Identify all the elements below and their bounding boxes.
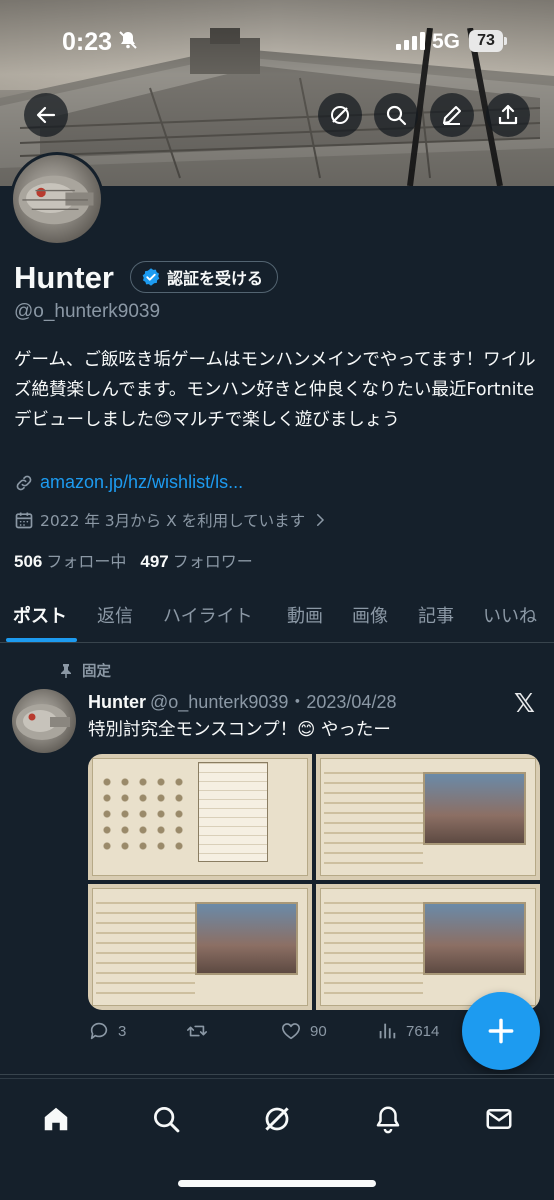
status-time: 0:23 <box>62 28 113 56</box>
nav-home[interactable] <box>36 1099 76 1139</box>
bell-icon <box>376 1106 400 1134</box>
reply-icon <box>90 1022 108 1040</box>
game-menu-popup <box>198 762 268 862</box>
joined-date[interactable]: 2022 年 3月から X を利用しています <box>14 509 329 531</box>
game-character-image <box>194 902 298 976</box>
profile-bio: ゲーム、ご飯呟き垢ゲームはモンハンメインでやってます！ワイルズ絶賛楽しんでます。… <box>14 350 536 430</box>
pinned-text: 固定 <box>82 664 111 680</box>
plus-icon <box>488 1018 514 1044</box>
nav-grok[interactable] <box>257 1099 297 1139</box>
post-text: 特別討究全モンスコンプ！😊 やったー <box>88 720 391 740</box>
divider <box>0 1074 554 1075</box>
signal-icon <box>396 32 426 54</box>
game-list-rows <box>324 902 423 1000</box>
tab-replies[interactable]: 返信 <box>97 602 133 628</box>
grok-icon <box>331 106 349 124</box>
network-type: 5G <box>432 30 461 53</box>
chevron-right-icon <box>317 514 325 526</box>
post-avatar[interactable] <box>12 689 76 753</box>
media-image-2[interactable] <box>316 754 540 880</box>
followers-label: フォロワー <box>172 552 253 571</box>
views-chart-icon <box>379 1023 396 1039</box>
get-verified-button[interactable]: 認証を受ける <box>130 261 279 293</box>
post-header: Hunter @o_hunterk9039・2023/04/28 <box>88 688 396 714</box>
profile-tabs: ポスト 返信 ハイライト 動画 画像 記事 いいね <box>0 590 554 643</box>
media-image-4[interactable] <box>316 884 540 1010</box>
mail-icon <box>486 1109 512 1129</box>
like-button[interactable]: 90 <box>280 1020 327 1042</box>
game-character-image <box>422 902 526 976</box>
following-label: フォロー中 <box>46 552 127 571</box>
nav-search[interactable] <box>146 1099 186 1139</box>
like-count: 90 <box>310 1022 327 1040</box>
views-count: 7614 <box>406 1022 440 1040</box>
game-character-image <box>422 772 526 846</box>
followers-count: 497 <box>140 552 169 571</box>
media-image-1[interactable] <box>88 754 312 880</box>
game-list-rows <box>96 902 195 1000</box>
profile-link-text[interactable]: amazon.jp/hz/wishlist/ls... <box>40 472 243 493</box>
back-arrow-icon <box>36 106 56 124</box>
post-handle-date[interactable]: @o_hunterk9039・2023/04/28 <box>150 692 396 712</box>
followers-stat[interactable]: 497 フォロワー <box>140 548 252 572</box>
post-media-grid[interactable] <box>88 754 540 1010</box>
views-button[interactable]: 7614 <box>376 1020 439 1042</box>
game-list-rows <box>324 772 423 870</box>
tab-posts[interactable]: ポスト <box>13 602 67 628</box>
back-button[interactable] <box>24 93 68 137</box>
reply-count: 3 <box>118 1022 127 1040</box>
profile-name: Hunter <box>14 260 114 295</box>
home-icon <box>44 1107 68 1131</box>
bell-muted-icon <box>118 30 138 55</box>
status-bar: 0:23 5G 73 <box>0 0 554 80</box>
share-icon <box>498 104 518 125</box>
post-avatar-image <box>16 704 70 740</box>
profile-handle: @o_hunterk9039 <box>14 301 161 322</box>
following-count: 506 <box>14 552 43 571</box>
profile-link[interactable]: amazon.jp/hz/wishlist/ls... <box>14 472 243 493</box>
active-tab-indicator <box>6 638 77 642</box>
pin-icon <box>61 663 71 678</box>
nav-notifications[interactable] <box>368 1099 408 1139</box>
joined-date-text: 2022 年 3月から X を利用しています <box>40 512 306 530</box>
media-image-3[interactable] <box>88 884 312 1010</box>
reply-button[interactable]: 3 <box>88 1020 126 1042</box>
repost-button[interactable] <box>186 1020 208 1042</box>
follow-stats: 506 フォロー中 497 フォロワー <box>14 548 253 572</box>
tab-likes[interactable]: いいね <box>483 602 537 628</box>
post-author[interactable]: Hunter <box>88 692 146 712</box>
search-icon <box>386 105 407 126</box>
x-logo-icon: 𝕏 <box>514 689 535 719</box>
share-button[interactable] <box>486 93 530 137</box>
edit-icon <box>443 106 461 125</box>
avatar[interactable] <box>10 152 104 246</box>
search-icon <box>154 1107 180 1133</box>
edit-button[interactable] <box>430 93 474 137</box>
game-icon-grid <box>98 774 188 854</box>
heart-icon <box>281 1023 301 1040</box>
calendar-icon <box>15 512 33 529</box>
battery-indicator: 73 <box>469 30 507 52</box>
pinned-label: 固定 <box>58 660 111 681</box>
grok-button[interactable] <box>318 93 362 137</box>
tab-media[interactable]: 画像 <box>352 602 388 628</box>
get-verified-label: 認証を受ける <box>167 269 264 288</box>
compose-button[interactable] <box>462 992 540 1070</box>
link-icon <box>16 475 32 490</box>
grok-icon <box>265 1107 289 1131</box>
nav-messages[interactable] <box>479 1099 519 1139</box>
tab-videos[interactable]: 動画 <box>287 602 323 628</box>
home-indicator <box>178 1180 376 1187</box>
tab-highlights[interactable]: ハイライト <box>163 602 253 628</box>
repost-icon <box>187 1025 207 1037</box>
tab-articles[interactable]: 記事 <box>418 602 454 628</box>
search-button[interactable] <box>374 93 418 137</box>
verified-badge-icon <box>142 268 160 286</box>
avatar-image <box>18 175 94 225</box>
following-stat[interactable]: 506 フォロー中 <box>14 548 126 572</box>
